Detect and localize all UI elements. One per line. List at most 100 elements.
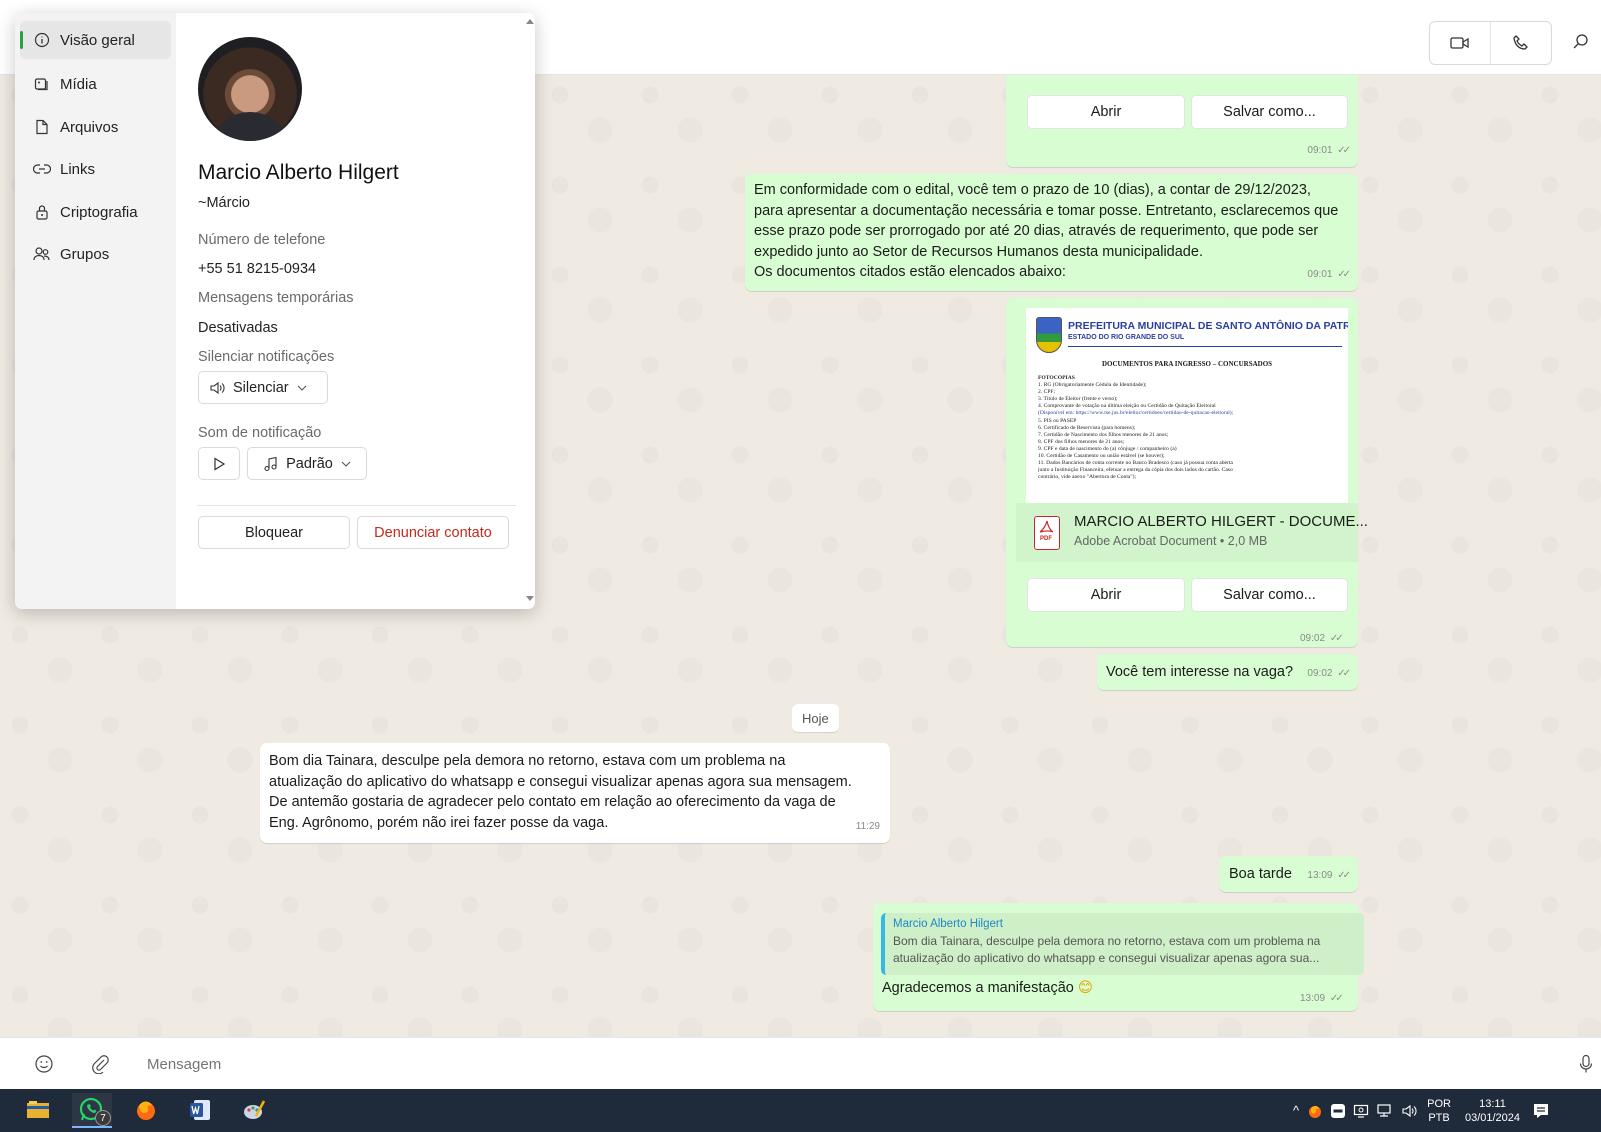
- video-call-button[interactable]: [1430, 22, 1490, 64]
- nav-item-media[interactable]: Mídia: [20, 65, 171, 103]
- video-call-icon: [1450, 37, 1469, 49]
- save-as-button[interactable]: Salvar como...: [1191, 578, 1348, 612]
- attach-button[interactable]: [88, 1052, 112, 1076]
- avatar[interactable]: [198, 37, 302, 141]
- doc-line: junto a Instituição Financeira, efetuar …: [1038, 467, 1233, 474]
- doc-line: FOTOCÓPIAS: [1038, 375, 1075, 381]
- voice-call-button[interactable]: [1490, 22, 1551, 64]
- tray-screen-icon[interactable]: [1353, 1103, 1369, 1119]
- phone-number: +55 51 8215-0934: [198, 261, 317, 277]
- doc-line: 5. PIS ou PASEP: [1038, 417, 1077, 424]
- sound-select[interactable]: Padrão: [247, 447, 367, 480]
- municipal-crest-icon: [1036, 317, 1062, 353]
- document-message-previous: Abrir Salvar como... 09:01 ✓✓: [1006, 75, 1358, 167]
- document-preview[interactable]: PREFEITURA MUNICIPAL DE SANTO ANTÔNIO DA…: [1026, 308, 1348, 503]
- mute-button-label: Silenciar: [233, 379, 289, 396]
- contact-info-nav: Visão geral Mídia Arquivos Links Criptog…: [15, 13, 176, 609]
- microphone-icon: [1579, 1054, 1593, 1073]
- firefox-tray-icon[interactable]: [1307, 1103, 1323, 1119]
- nav-item-encryption[interactable]: Criptografia: [20, 193, 171, 231]
- open-document-button[interactable]: Abrir: [1027, 95, 1185, 129]
- message-input[interactable]: [147, 1049, 1527, 1079]
- doc-subheading: ESTADO DO RIO GRANDE DO SUL: [1068, 334, 1185, 341]
- file-info-bar[interactable]: [1016, 503, 1358, 562]
- message-time: 09:02 ✓✓: [1307, 667, 1351, 679]
- system-tray: ^ POR PTB 13:11 03/01/2024: [1293, 1089, 1550, 1132]
- scroll-down-arrow[interactable]: [526, 596, 534, 601]
- outgoing-message: Você tem interesse na vaga? 09:02 ✓✓: [1097, 654, 1358, 690]
- save-as-button[interactable]: Salvar como...: [1191, 95, 1348, 129]
- whatsapp-unread-badge: 7: [95, 1110, 111, 1126]
- doc-line: 6. Certificado de Reservista (para homen…: [1038, 424, 1136, 431]
- sound-select-label: Padrão: [286, 455, 333, 472]
- message-text: Boa tarde: [1229, 866, 1292, 882]
- speaker-icon: [210, 381, 225, 394]
- nav-item-files[interactable]: Arquivos: [20, 108, 171, 146]
- search-icon: [1573, 34, 1588, 49]
- volume-icon[interactable]: [1401, 1103, 1419, 1119]
- nav-item-links[interactable]: Links: [20, 150, 171, 188]
- chevron-up-icon[interactable]: ^: [1293, 1103, 1299, 1118]
- microphone-button[interactable]: [1574, 1052, 1598, 1076]
- firefox-icon: [137, 1101, 155, 1120]
- open-document-button[interactable]: Abrir: [1027, 578, 1185, 612]
- taskbar-firefox[interactable]: [126, 1093, 166, 1128]
- windows-taskbar: 7 ^ POR PTB 13:11 03/01/2024: [0, 1089, 1601, 1132]
- clock[interactable]: 13:11 03/01/2024: [1465, 1097, 1520, 1125]
- message-time: 09:02 ✓✓: [1300, 633, 1344, 644]
- quoted-message[interactable]: Marcio Alberto Hilgert Bom dia Tainara, …: [881, 913, 1364, 975]
- chevron-down-icon: [341, 461, 351, 467]
- temp-messages-value: Desativadas: [198, 320, 278, 336]
- pdf-file-icon: PDF: [1034, 516, 1060, 550]
- read-ticks-icon: ✓✓: [1337, 869, 1351, 881]
- mute-button[interactable]: Silenciar: [198, 371, 328, 404]
- message-time: 09:01 ✓✓: [1307, 268, 1351, 280]
- search-button[interactable]: [1568, 29, 1594, 55]
- emoji-button[interactable]: [32, 1052, 56, 1076]
- play-sound-button[interactable]: [198, 447, 240, 480]
- tray-app-icon[interactable]: [1330, 1103, 1346, 1119]
- doc-line: 9. CPF e data de nascimento do (a) cônju…: [1038, 445, 1177, 452]
- report-contact-button[interactable]: Denunciar contato: [357, 516, 509, 549]
- phone-label: Número de telefone: [198, 232, 326, 248]
- doc-line: 7. Certidão de Nascimento dos filhos men…: [1038, 431, 1169, 438]
- notification-center-icon[interactable]: [1532, 1102, 1550, 1120]
- active-indicator: [20, 31, 23, 49]
- taskbar-paint[interactable]: [234, 1093, 274, 1128]
- message-line: expedido junto ao Setor de Recursos Huma…: [754, 243, 1203, 260]
- taskbar-file-explorer[interactable]: [18, 1093, 58, 1128]
- network-icon[interactable]: [1376, 1103, 1394, 1119]
- message-time: 09:01 ✓✓: [1307, 144, 1351, 156]
- clock-date: 03/01/2024: [1464, 1111, 1521, 1124]
- smile-emoji-icon: 😊: [1077, 980, 1093, 996]
- emoji-icon: [35, 1055, 53, 1073]
- message-line: Em conformidade com o edital, você tem o…: [754, 182, 1311, 198]
- temp-messages-label: Mensagens temporárias: [198, 290, 354, 306]
- block-button[interactable]: Bloquear: [198, 516, 350, 549]
- doc-heading: PREFEITURA MUNICIPAL DE SANTO ANTÔNIO DA…: [1068, 320, 1348, 332]
- input-language[interactable]: POR PTB: [1427, 1097, 1451, 1125]
- pdf-badge-label: PDF: [1040, 536, 1052, 542]
- contact-name: Marcio Alberto Hilgert: [198, 161, 399, 184]
- chevron-down-icon: [297, 385, 306, 391]
- nav-item-label: Mídia: [60, 75, 97, 93]
- nav-item-label: Arquivos: [60, 118, 119, 136]
- scroll-up-arrow[interactable]: [526, 19, 534, 24]
- nav-item-groups[interactable]: Grupos: [20, 235, 171, 273]
- nav-item-label: Visão geral: [60, 31, 135, 49]
- nav-item-overview[interactable]: Visão geral: [20, 21, 171, 59]
- language-code: POR: [1427, 1097, 1451, 1110]
- doc-line: 2. CPF;: [1038, 389, 1056, 396]
- taskbar-whatsapp[interactable]: 7: [72, 1093, 112, 1128]
- taskbar-word[interactable]: [180, 1093, 220, 1128]
- read-ticks-icon: ✓✓: [1337, 268, 1351, 280]
- mute-label: Silenciar notificações: [198, 349, 335, 365]
- doc-rule: [1068, 346, 1342, 347]
- doc-line: 8. CPF dos filhos menores de 21 anos;: [1038, 438, 1125, 445]
- doc-line: contrário, vide anexo "Abertura de Conta…: [1038, 474, 1137, 481]
- link-icon: [24, 163, 60, 175]
- lock-icon: [24, 204, 60, 220]
- quoted-line: atualização do aplicativo do whatsapp e …: [893, 951, 1320, 965]
- message-line: para apresentar a documentação necessári…: [754, 202, 1339, 219]
- nav-item-label: Grupos: [60, 245, 110, 263]
